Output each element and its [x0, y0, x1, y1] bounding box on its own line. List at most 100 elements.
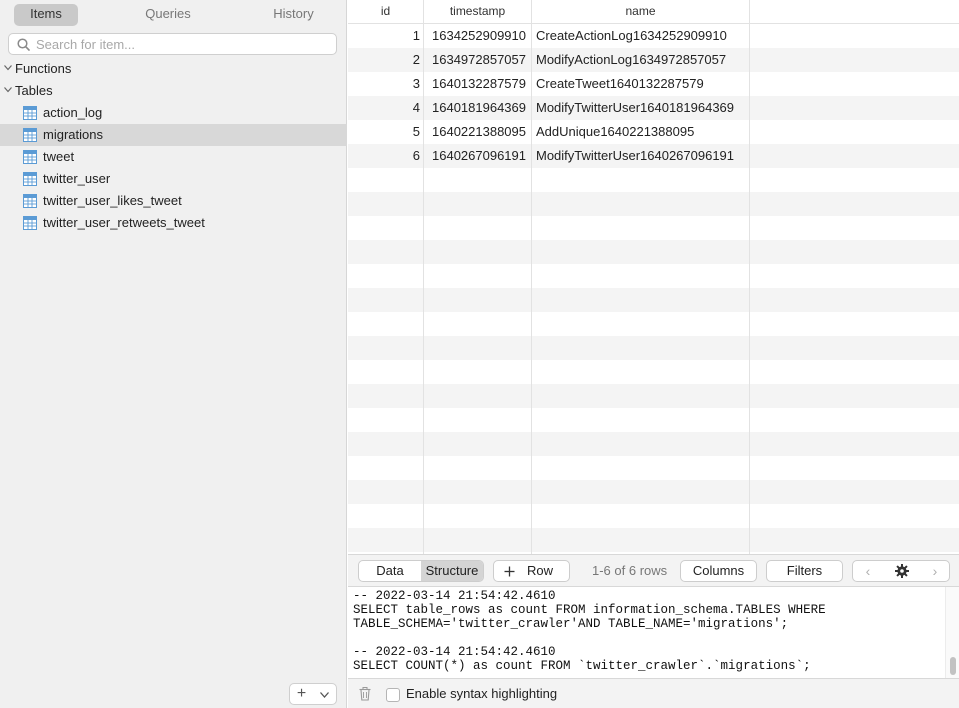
sidebar-item-action-log[interactable]: action_log — [0, 102, 347, 124]
data-grid: id timestamp name 1 1634252909910 CreateAc… — [348, 0, 959, 554]
query-log-console[interactable]: -- 2022-03-14 21:54:42.4610 SELECT table… — [348, 586, 959, 678]
column-header-id[interactable]: id — [348, 0, 424, 23]
table-icon — [23, 128, 37, 142]
plus-icon — [504, 566, 515, 577]
grid-header: id timestamp name — [348, 0, 959, 24]
empty-row — [348, 456, 959, 480]
table-row[interactable]: 1 1634252909910 CreateActionLog16342529099… — [348, 24, 959, 48]
sidebar-item-label: twitter_user_likes_tweet — [43, 193, 182, 208]
column-header-timestamp[interactable]: timestamp — [424, 0, 532, 23]
cell-id[interactable]: 3 — [348, 72, 424, 96]
column-divider — [749, 24, 750, 554]
sidebar-item-twitter-user[interactable]: twitter_user — [0, 168, 347, 190]
empty-row — [348, 168, 959, 192]
table-row[interactable]: 4 1640181964369 ModifyTwitterUser164018196… — [348, 96, 959, 120]
query-log-text: -- 2022-03-14 21:54:42.4610 SELECT table… — [353, 589, 826, 673]
cell-timestamp[interactable]: 1640267096191 — [424, 144, 532, 168]
tab-structure[interactable]: Structure — [421, 561, 483, 581]
empty-row — [348, 288, 959, 312]
table-row[interactable]: 3 1640132287579 CreateTweet1640132287579 — [348, 72, 959, 96]
sidebar-item-label: twitter_user_retweets_tweet — [43, 215, 205, 230]
chevron-down-icon — [4, 87, 12, 93]
add-row-label: Row — [527, 563, 554, 578]
sidebar-item-label: migrations — [43, 127, 103, 142]
tab-items[interactable]: Items — [14, 4, 78, 26]
syntax-highlighting-label: Enable syntax highlighting — [406, 686, 558, 701]
cell-timestamp[interactable]: 1640181964369 — [424, 96, 532, 120]
column-header-name[interactable]: name — [532, 0, 750, 23]
console-scrollbar[interactable] — [945, 587, 959, 678]
tab-history[interactable]: History — [248, 4, 339, 26]
view-segmented-control: Data Structure — [358, 560, 484, 582]
cell-name[interactable]: ModifyTwitterUser1640267096191 — [532, 144, 750, 168]
tab-queries[interactable]: Queries — [118, 4, 218, 26]
empty-row — [348, 528, 959, 552]
table-icon — [23, 172, 37, 186]
sidebar-item-tweet[interactable]: tweet — [0, 146, 347, 168]
cell-id[interactable]: 2 — [348, 48, 424, 72]
sidebar-item-migrations[interactable]: migrations — [0, 124, 347, 146]
group-functions[interactable]: Functions — [0, 58, 347, 80]
sidebar-item-label: tweet — [43, 149, 75, 164]
cell-timestamp[interactable]: 1640132287579 — [424, 72, 532, 96]
cell-timestamp[interactable]: 1634972857057 — [424, 48, 532, 72]
table-icon — [23, 150, 37, 164]
search-icon — [17, 38, 30, 51]
column-divider — [531, 24, 532, 554]
sidebar-item-label: twitter_user — [43, 171, 111, 186]
gear-icon[interactable] — [895, 564, 909, 578]
empty-row — [348, 504, 959, 528]
filters-button[interactable]: Filters — [766, 560, 843, 582]
cell-id[interactable]: 4 — [348, 96, 424, 120]
column-divider — [423, 24, 424, 554]
search-input[interactable] — [36, 35, 326, 53]
empty-row — [348, 432, 959, 456]
next-page-button[interactable]: › — [920, 561, 950, 581]
prev-page-button[interactable]: ‹ — [853, 561, 883, 581]
add-item-control: + — [289, 683, 337, 705]
grid-toolbar: Data Structure Row 1-6 of 6 rows Columns… — [348, 554, 959, 586]
group-functions-label: Functions — [15, 61, 72, 76]
cell-name[interactable]: ModifyTwitterUser1640181964369 — [532, 96, 750, 120]
table-row[interactable]: 5 1640221388095 AddUnique1640221388095 — [348, 120, 959, 144]
add-row-button[interactable]: Row — [493, 560, 570, 582]
console-footer: Enable syntax highlighting — [348, 678, 959, 708]
add-button[interactable]: + — [290, 684, 313, 704]
sidebar-item-label: action_log — [43, 105, 103, 120]
add-menu-button[interactable] — [313, 684, 336, 704]
empty-row — [348, 408, 959, 432]
sidebar-segmented-control: Items Queries History — [8, 4, 339, 26]
cell-id[interactable]: 1 — [348, 24, 424, 48]
cell-name[interactable]: CreateTweet1640132287579 — [532, 72, 750, 96]
search-box — [8, 33, 337, 55]
table-icon — [23, 216, 37, 230]
cell-timestamp[interactable]: 1640221388095 — [424, 120, 532, 144]
trash-icon[interactable] — [359, 687, 371, 701]
empty-row — [348, 360, 959, 384]
syntax-highlighting-checkbox[interactable] — [386, 688, 400, 702]
cell-name[interactable]: ModifyActionLog1634972857057 — [532, 48, 750, 72]
empty-row — [348, 312, 959, 336]
empty-row — [348, 480, 959, 504]
console-scrollbar-thumb[interactable] — [950, 657, 956, 675]
sidebar-item-twitter-user-likes-tweet[interactable]: twitter_user_likes_tweet — [0, 190, 347, 212]
cell-id[interactable]: 6 — [348, 144, 424, 168]
chevron-down-icon — [320, 692, 329, 698]
group-tables-label: Tables — [15, 83, 53, 98]
group-tables[interactable]: Tables — [0, 80, 347, 102]
table-row[interactable]: 2 1634972857057 ModifyActionLog16349728570… — [348, 48, 959, 72]
table-row[interactable]: 6 1640267096191 ModifyTwitterUser164026709… — [348, 144, 959, 168]
cell-name[interactable]: AddUnique1640221388095 — [532, 120, 750, 144]
tab-data[interactable]: Data — [359, 561, 421, 581]
table-icon — [23, 106, 37, 120]
empty-row — [348, 240, 959, 264]
sidebar-item-twitter-user-retweets-tweet[interactable]: twitter_user_retweets_tweet — [0, 212, 347, 234]
empty-row — [348, 216, 959, 240]
columns-button[interactable]: Columns — [680, 560, 757, 582]
empty-row — [348, 264, 959, 288]
cell-id[interactable]: 5 — [348, 120, 424, 144]
pager: ‹ › — [852, 560, 950, 582]
cell-name[interactable]: CreateActionLog1634252909910 — [532, 24, 750, 48]
cell-timestamp[interactable]: 1634252909910 — [424, 24, 532, 48]
rows-count: 1-6 of 6 rows — [592, 563, 668, 578]
